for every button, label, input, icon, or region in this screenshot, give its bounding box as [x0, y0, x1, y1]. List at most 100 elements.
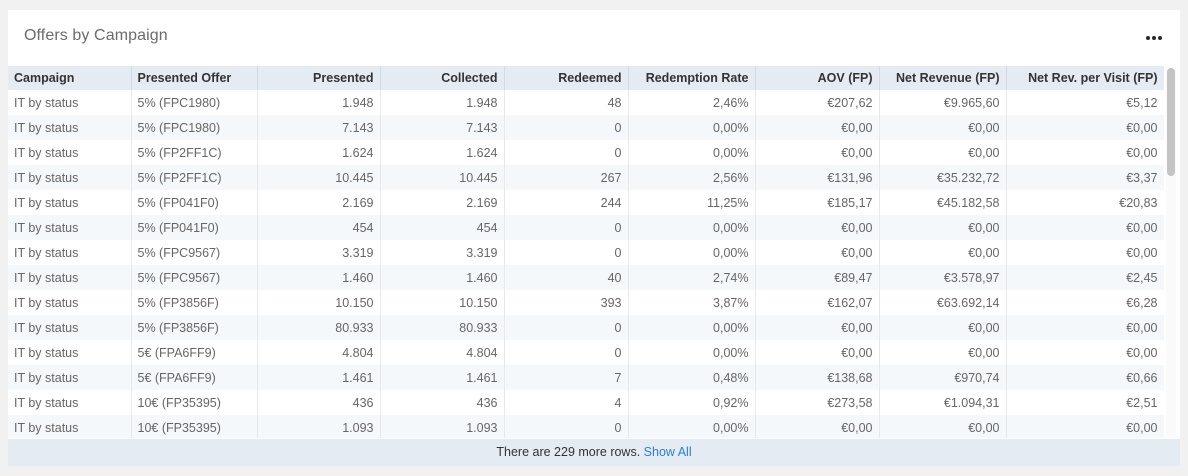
cell-aov: €0,00: [755, 340, 880, 365]
cell-campaign: IT by status: [8, 240, 132, 265]
table-row[interactable]: IT by status 5% (FP041F0) 454 454 0 0,00% €0,0…: [8, 215, 1164, 240]
cell-net-revenue: €45.182,58: [879, 190, 1007, 215]
cell-redemption-rate: 0,92%: [628, 390, 756, 415]
table-row[interactable]: IT by status 10€ (FP35395) 1.093 1.093 0 0,00…: [8, 415, 1164, 438]
column-header-net-rev-per-visit[interactable]: Net Rev. per Visit (FP): [1006, 66, 1164, 90]
table-container: Campaign Presented Offer Presented Collecte…: [8, 66, 1164, 438]
cell-net-rev-per-visit: €0,00: [1006, 240, 1164, 265]
cell-redemption-rate: 0,00%: [628, 315, 756, 340]
cell-redemption-rate: 0,00%: [628, 215, 756, 240]
cell-aov: €207,62: [755, 90, 880, 115]
cell-aov: €0,00: [755, 215, 880, 240]
cell-net-rev-per-visit: €5,12: [1006, 90, 1164, 115]
cell-redeemed: 0: [504, 415, 629, 438]
cell-net-rev-per-visit: €0,00: [1006, 115, 1164, 140]
table-body: IT by status 5% (FPC1980) 1.948 1.948 48 2,46…: [8, 90, 1164, 438]
cell-offer: 5% (FP041F0): [131, 215, 258, 240]
cell-campaign: IT by status: [8, 290, 132, 315]
column-header-collected[interactable]: Collected: [380, 66, 505, 90]
column-header-aov[interactable]: AOV (FP): [755, 66, 880, 90]
menu-dot: [1158, 36, 1162, 40]
cell-offer: 5% (FP3856F): [131, 315, 258, 340]
table-row[interactable]: IT by status 5% (FPC9567) 3.319 3.319 0 0,00%…: [8, 240, 1164, 265]
column-header-redemption-rate[interactable]: Redemption Rate: [628, 66, 756, 90]
table-row[interactable]: IT by status 10€ (FP35395) 436 436 4 0,92% €27…: [8, 390, 1164, 415]
table-row[interactable]: IT by status 5% (FP041F0) 2.169 2.169 244 11,…: [8, 190, 1164, 215]
cell-presented: 1.948: [257, 90, 381, 115]
cell-net-revenue: €9.965,60: [879, 90, 1007, 115]
cell-redemption-rate: 2,46%: [628, 90, 756, 115]
cell-redemption-rate: 0,00%: [628, 415, 756, 438]
cell-redemption-rate: 2,74%: [628, 265, 756, 290]
cell-aov: €0,00: [755, 415, 880, 438]
cell-net-rev-per-visit: €0,00: [1006, 215, 1164, 240]
offers-by-campaign-panel: Offers by Campaign Campaign Presented Off…: [8, 10, 1180, 466]
cell-redemption-rate: 0,48%: [628, 365, 756, 390]
cell-campaign: IT by status: [8, 190, 132, 215]
cell-redemption-rate: 0,00%: [628, 115, 756, 140]
table-row[interactable]: IT by status 5% (FP3856F) 10.150 10.150 393 3…: [8, 290, 1164, 315]
cell-aov: €0,00: [755, 315, 880, 340]
table-row[interactable]: IT by status 5% (FP2FF1C) 1.624 1.624 0 0,00%…: [8, 140, 1164, 165]
more-options-icon[interactable]: [1144, 29, 1164, 47]
cell-net-revenue: €0,00: [879, 140, 1007, 165]
vertical-scrollbar[interactable]: [1166, 66, 1176, 438]
cell-presented: 1.461: [257, 365, 381, 390]
cell-redeemed: 0: [504, 115, 629, 140]
table-row[interactable]: IT by status 5% (FPC1980) 1.948 1.948 48 2,46…: [8, 90, 1164, 115]
cell-redemption-rate: 3,87%: [628, 290, 756, 315]
cell-redeemed: 48: [504, 90, 629, 115]
cell-net-revenue: €0,00: [879, 415, 1007, 438]
cell-aov: €185,17: [755, 190, 880, 215]
cell-redeemed: 0: [504, 140, 629, 165]
cell-collected: 1.460: [380, 265, 505, 290]
column-header-offer[interactable]: Presented Offer: [131, 66, 258, 90]
cell-offer: 5€ (FPA6FF9): [131, 365, 258, 390]
cell-presented: 2.169: [257, 190, 381, 215]
table-row[interactable]: IT by status 5% (FP2FF1C) 10.445 10.445 267 2…: [8, 165, 1164, 190]
table-row[interactable]: IT by status 5€ (FPA6FF9) 4.804 4.804 0 0,00%…: [8, 340, 1164, 365]
cell-aov: €0,00: [755, 140, 880, 165]
cell-redemption-rate: 2,56%: [628, 165, 756, 190]
panel-title: Offers by Campaign: [24, 27, 168, 44]
cell-offer: 5% (FP041F0): [131, 190, 258, 215]
table-row[interactable]: IT by status 5€ (FPA6FF9) 1.461 1.461 7 0,48%…: [8, 365, 1164, 390]
cell-net-rev-per-visit: €0,00: [1006, 140, 1164, 165]
column-header-campaign[interactable]: Campaign: [8, 66, 132, 90]
cell-presented: 4.804: [257, 340, 381, 365]
cell-net-revenue: €0,00: [879, 340, 1007, 365]
cell-campaign: IT by status: [8, 415, 132, 438]
cell-redeemed: 244: [504, 190, 629, 215]
cell-net-rev-per-visit: €0,00: [1006, 415, 1164, 438]
cell-collected: 1.461: [380, 365, 505, 390]
cell-collected: 3.319: [380, 240, 505, 265]
cell-redeemed: 0: [504, 340, 629, 365]
panel-header: Offers by Campaign: [8, 10, 1180, 66]
cell-net-revenue: €63.692,14: [879, 290, 1007, 315]
cell-campaign: IT by status: [8, 265, 132, 290]
cell-offer: 10€ (FP35395): [131, 390, 258, 415]
cell-presented: 80.933: [257, 315, 381, 340]
cell-net-rev-per-visit: €20,83: [1006, 190, 1164, 215]
show-all-link[interactable]: Show All: [644, 445, 692, 459]
column-header-redeemed[interactable]: Redeemed: [504, 66, 629, 90]
cell-net-revenue: €3.578,97: [879, 265, 1007, 290]
cell-net-rev-per-visit: €0,66: [1006, 365, 1164, 390]
cell-presented: 1.624: [257, 140, 381, 165]
cell-net-rev-per-visit: €0,00: [1006, 315, 1164, 340]
cell-collected: 10.445: [380, 165, 505, 190]
cell-offer: 5% (FPC9567): [131, 265, 258, 290]
cell-offer: 10€ (FP35395): [131, 415, 258, 438]
column-header-net-revenue[interactable]: Net Revenue (FP): [879, 66, 1007, 90]
cell-redeemed: 0: [504, 240, 629, 265]
cell-redeemed: 393: [504, 290, 629, 315]
column-header-presented[interactable]: Presented: [257, 66, 381, 90]
table-row[interactable]: IT by status 5% (FPC9567) 1.460 1.460 40 2,74…: [8, 265, 1164, 290]
header-row: Campaign Presented Offer Presented Collecte…: [8, 66, 1164, 90]
cell-collected: 1.093: [380, 415, 505, 438]
scroll-thumb[interactable]: [1167, 68, 1175, 176]
table-row[interactable]: IT by status 5% (FPC1980) 7.143 7.143 0 0,00%…: [8, 115, 1164, 140]
cell-net-revenue: €0,00: [879, 215, 1007, 240]
table-row[interactable]: IT by status 5% (FP3856F) 80.933 80.933 0 0,0…: [8, 315, 1164, 340]
cell-aov: €162,07: [755, 290, 880, 315]
